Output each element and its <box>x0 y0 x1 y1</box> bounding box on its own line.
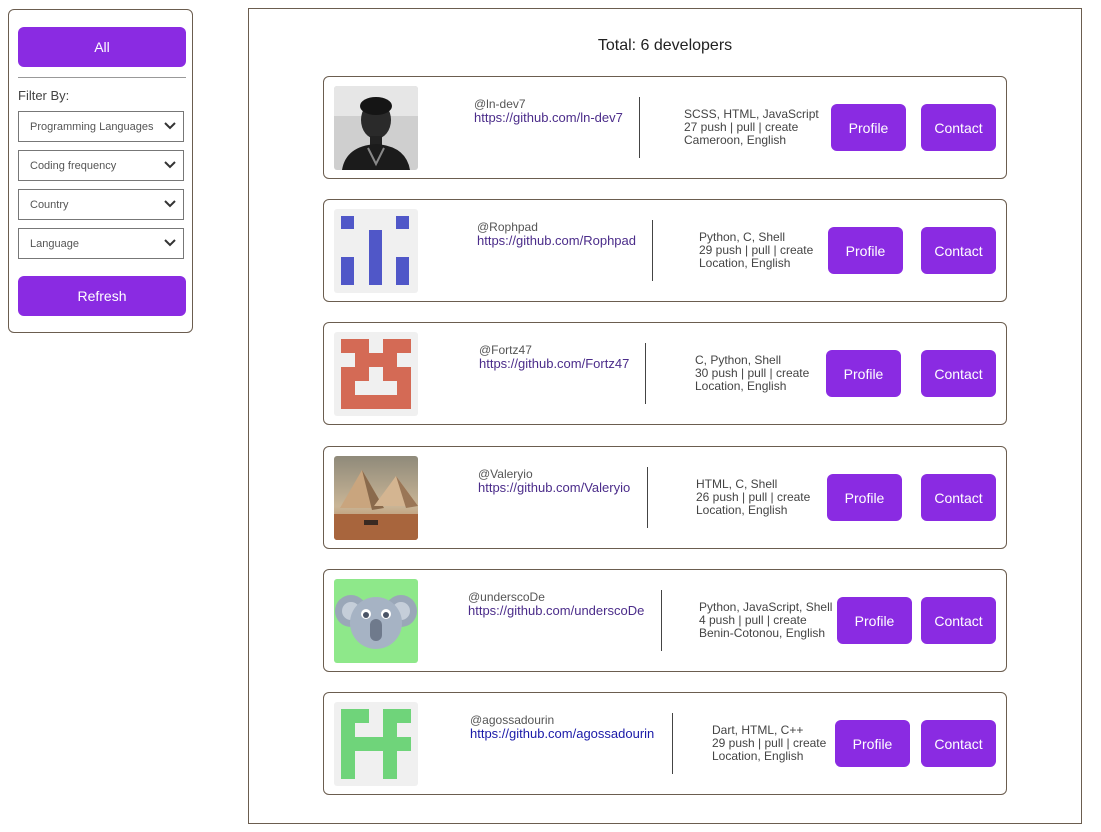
avatar <box>334 579 418 663</box>
developer-stats: Dart, HTML, C++ 29 push | pull | create … <box>712 724 826 763</box>
developer-handle: @ln-dev7 <box>474 97 526 111</box>
divider <box>647 467 648 528</box>
github-link[interactable]: https://github.com/Valeryio <box>478 481 630 495</box>
developer-identity: @Valeryio https://github.com/Valeryio <box>478 467 630 495</box>
developer-identity: @agossadourin https://github.com/agossad… <box>470 713 654 741</box>
divider <box>645 343 646 404</box>
avatar <box>334 456 418 540</box>
location-text: Cameroon, English <box>684 133 787 147</box>
developer-handle: @Rophpad <box>477 220 538 234</box>
divider <box>672 713 673 774</box>
chevron-down-icon <box>164 200 176 208</box>
contact-button[interactable]: Contact <box>921 227 996 274</box>
developer-stats: C, Python, Shell 30 push | pull | create… <box>695 354 809 393</box>
divider <box>639 97 640 158</box>
location-text: Location, English <box>696 503 788 517</box>
avatar <box>334 702 418 786</box>
developer-card: @Valeryio https://github.com/Valeryio HT… <box>323 446 1007 549</box>
contact-button[interactable]: Contact <box>921 597 996 644</box>
programming-languages-select[interactable]: Programming Languages <box>18 111 184 142</box>
avatar <box>334 86 418 170</box>
developer-handle: @Valeryio <box>478 467 533 481</box>
location-text: Benin-Cotonou, English <box>699 626 826 640</box>
divider <box>18 77 186 78</box>
profile-button[interactable]: Profile <box>837 597 912 644</box>
developer-card: @ln-dev7 https://github.com/ln-dev7 SCSS… <box>323 76 1007 179</box>
divider <box>652 220 653 281</box>
select-value: Language <box>30 237 79 250</box>
contact-button[interactable]: Contact <box>921 474 996 521</box>
refresh-button[interactable]: Refresh <box>18 276 186 316</box>
language-select[interactable]: Language <box>18 228 184 259</box>
github-link[interactable]: https://github.com/ln-dev7 <box>474 111 623 125</box>
developer-card: @agossadourin https://github.com/agossad… <box>323 692 1007 795</box>
profile-button[interactable]: Profile <box>835 720 910 767</box>
chevron-down-icon <box>164 239 176 247</box>
country-select[interactable]: Country <box>18 189 184 220</box>
contact-button[interactable]: Contact <box>921 350 996 397</box>
profile-button[interactable]: Profile <box>826 350 901 397</box>
filter-sidebar: All Filter By: Programming Languages Cod… <box>8 9 193 333</box>
developer-card: @Rophpad https://github.com/Rophpad Pyth… <box>323 199 1007 302</box>
developer-handle: @Fortz47 <box>479 343 532 357</box>
developer-stats: SCSS, HTML, JavaScript 27 push | pull | … <box>684 108 819 147</box>
developer-card: @underscoDe https://github.com/underscoD… <box>323 569 1007 672</box>
developer-identity: @Rophpad https://github.com/Rophpad <box>477 220 636 248</box>
filter-by-label: Filter By: <box>18 88 70 103</box>
avatar <box>334 332 418 416</box>
all-button[interactable]: All <box>18 27 186 67</box>
github-link[interactable]: https://github.com/agossadourin <box>470 727 654 741</box>
profile-button[interactable]: Profile <box>828 227 903 274</box>
developer-identity: @underscoDe https://github.com/underscoD… <box>468 590 644 618</box>
developer-handle: @agossadourin <box>470 713 555 727</box>
profile-button[interactable]: Profile <box>831 104 906 151</box>
developer-handle: @underscoDe <box>468 590 545 604</box>
github-link[interactable]: https://github.com/underscoDe <box>468 604 644 618</box>
coding-frequency-select[interactable]: Coding frequency <box>18 150 184 181</box>
developer-card: @Fortz47 https://github.com/Fortz47 C, P… <box>323 322 1007 425</box>
chevron-down-icon <box>164 122 176 130</box>
developer-identity: @ln-dev7 https://github.com/ln-dev7 <box>474 97 623 125</box>
location-text: Location, English <box>699 256 791 270</box>
avatar <box>334 209 418 293</box>
developer-stats: Python, JavaScript, Shell 4 push | pull … <box>699 601 832 640</box>
profile-button[interactable]: Profile <box>827 474 902 521</box>
total-count: Total: 6 developers <box>597 37 733 54</box>
contact-button[interactable]: Contact <box>921 720 996 767</box>
location-text: Location, English <box>695 379 787 393</box>
github-link[interactable]: https://github.com/Fortz47 <box>479 357 629 371</box>
developer-list-panel: Total: 6 developers @ln-dev7 https://git… <box>248 8 1082 824</box>
select-value: Programming Languages <box>30 120 154 133</box>
location-text: Location, English <box>712 749 804 763</box>
github-link[interactable]: https://github.com/Rophpad <box>477 234 636 248</box>
developer-identity: @Fortz47 https://github.com/Fortz47 <box>479 343 629 371</box>
developer-stats: Python, C, Shell 29 push | pull | create… <box>699 231 813 270</box>
divider <box>661 590 662 651</box>
contact-button[interactable]: Contact <box>921 104 996 151</box>
select-value: Country <box>30 198 69 211</box>
developer-stats: HTML, C, Shell 26 push | pull | create L… <box>696 478 810 517</box>
select-value: Coding frequency <box>30 159 117 172</box>
chevron-down-icon <box>164 161 176 169</box>
